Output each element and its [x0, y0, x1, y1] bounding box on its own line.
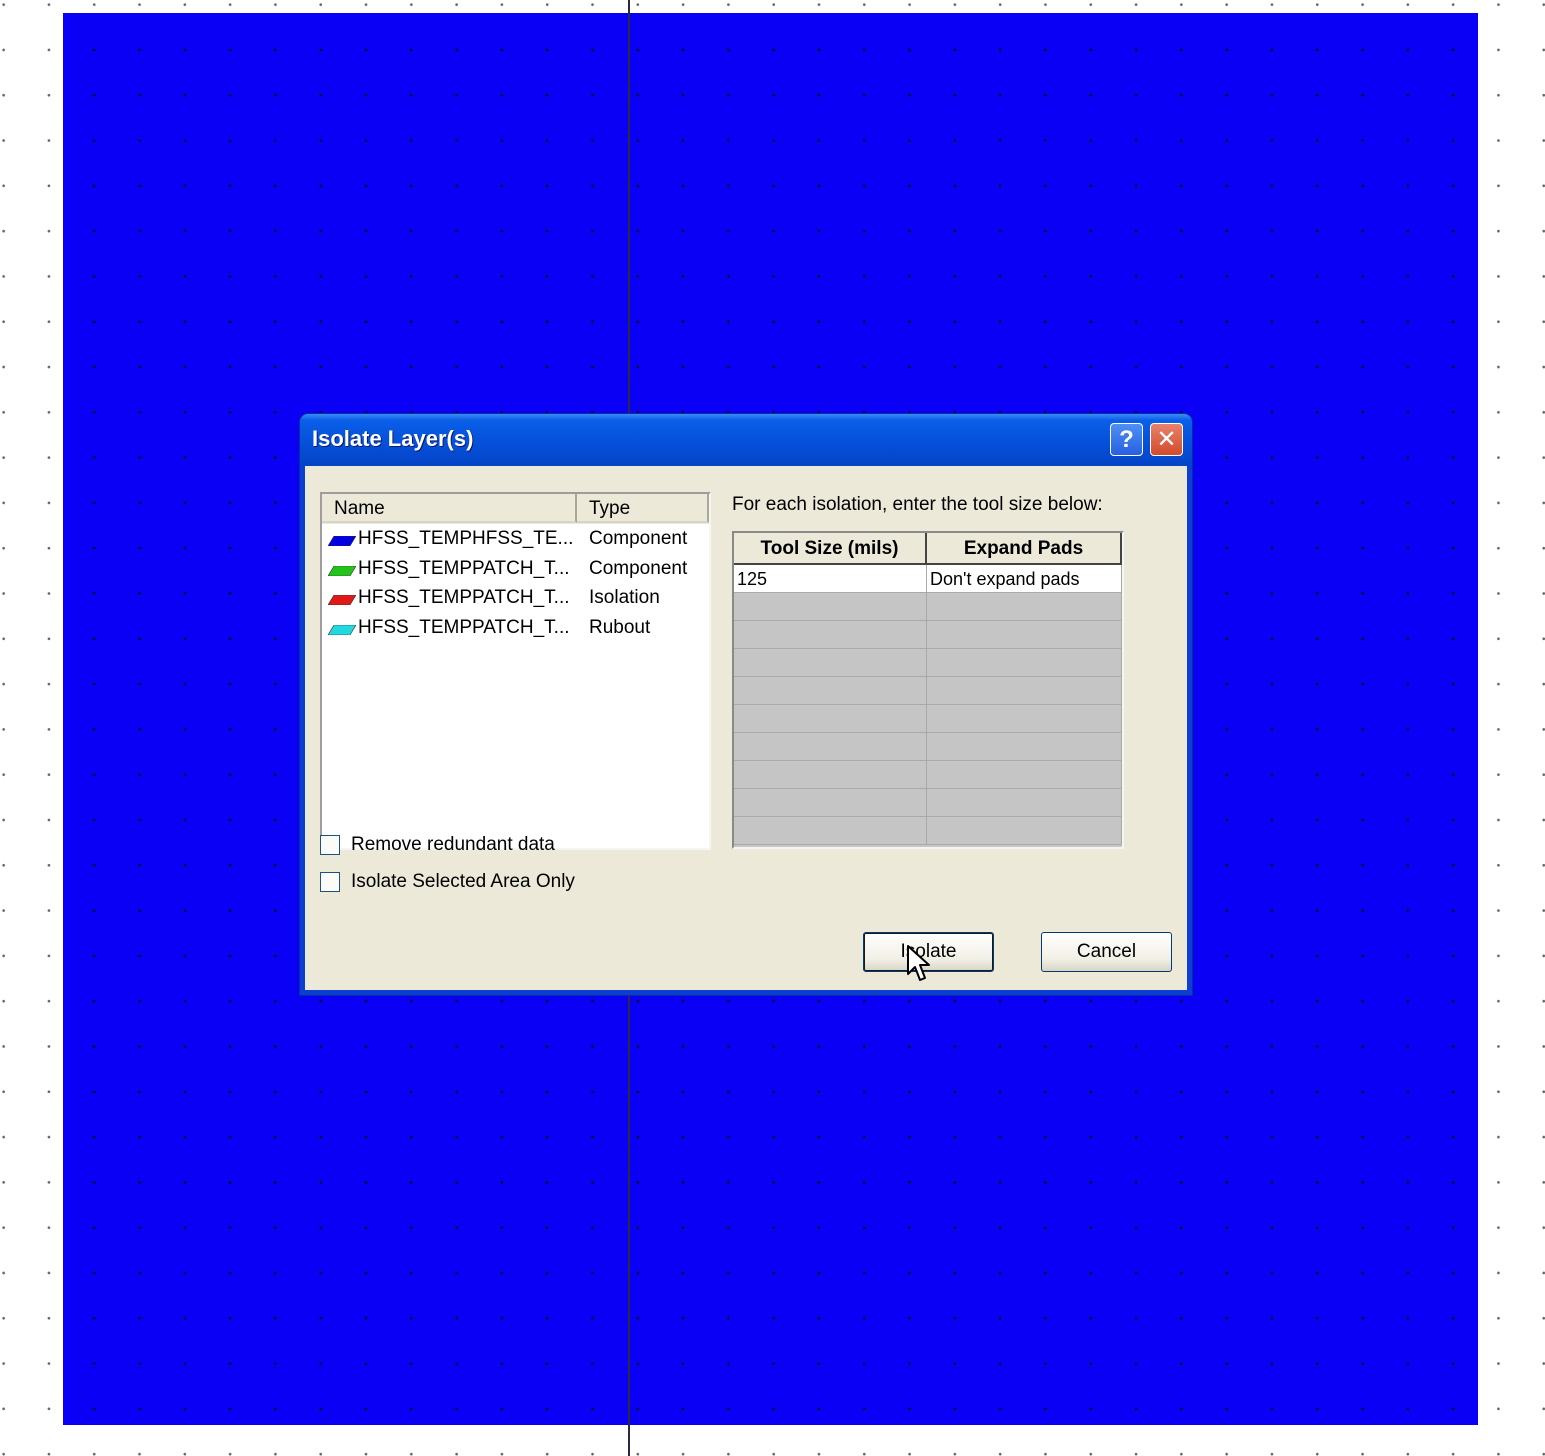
empty-grid-cell[interactable] — [927, 677, 1122, 705]
empty-grid-cell[interactable] — [927, 733, 1122, 761]
layer-color-icon — [328, 624, 356, 635]
empty-grid-cell[interactable] — [734, 621, 927, 649]
expand-pads-cell[interactable]: Don't expand pads — [927, 565, 1122, 593]
column-header-name[interactable]: Name — [322, 494, 577, 523]
dialog-body: Name Type HFSS_TEMPHFSS_TE... Component HF… — [305, 466, 1187, 990]
empty-grid-cell[interactable] — [927, 621, 1122, 649]
tool-size-instruction: For each isolation, enter the tool size … — [732, 494, 1103, 515]
layer-list[interactable]: Name Type HFSS_TEMPHFSS_TE... Component HF… — [320, 492, 711, 850]
layer-color-icon — [328, 595, 356, 605]
layer-row[interactable]: HFSS_TEMPHFSS_TE... Component — [322, 524, 709, 553]
close-button[interactable]: ✕ — [1150, 423, 1183, 456]
empty-grid-cell[interactable] — [927, 649, 1122, 677]
empty-grid-cell[interactable] — [734, 761, 927, 789]
empty-grid-cell[interactable] — [734, 817, 927, 845]
empty-grid-cell[interactable] — [734, 593, 927, 621]
column-header-type[interactable]: Type — [577, 494, 709, 523]
isolate-selected-checkbox[interactable] — [320, 872, 340, 892]
help-button[interactable]: ? — [1110, 423, 1143, 456]
layer-color-icon — [328, 536, 356, 546]
layer-type: Rubout — [589, 616, 651, 638]
layer-type: Component — [589, 557, 688, 579]
empty-grid-cell[interactable] — [927, 761, 1122, 789]
dialog-titlebar[interactable]: Isolate Layer(s) ? ✕ — [300, 414, 1192, 466]
mouse-pointer-icon — [906, 944, 932, 991]
empty-grid-cell[interactable] — [734, 677, 927, 705]
column-header-expand-pads: Expand Pads — [927, 533, 1122, 565]
layer-list-header: Name Type — [322, 494, 709, 524]
remove-redundant-checkbox[interactable] — [320, 835, 340, 855]
empty-grid-cell[interactable] — [734, 705, 927, 733]
isolate-selected-label: Isolate Selected Area Only — [351, 871, 575, 892]
layer-row[interactable]: HFSS_TEMPPATCH_T... Rubout — [322, 613, 709, 642]
layer-row[interactable]: HFSS_TEMPPATCH_T... Isolation — [322, 583, 709, 612]
remove-redundant-label: Remove redundant data — [351, 834, 555, 855]
dialog-title: Isolate Layer(s) — [312, 426, 474, 451]
column-header-tool-size: Tool Size (mils) — [734, 533, 927, 565]
tool-size-cell[interactable]: 125 — [734, 565, 927, 593]
layer-name: HFSS_TEMPPATCH_T... — [358, 557, 570, 579]
layer-type: Isolation — [589, 587, 660, 608]
empty-grid-cell[interactable] — [734, 733, 927, 761]
layer-type: Component — [589, 528, 688, 549]
layer-row[interactable]: HFSS_TEMPPATCH_T... Component — [322, 554, 709, 583]
empty-grid-cell[interactable] — [927, 789, 1122, 817]
isolate-layers-dialog: Isolate Layer(s) ? ✕ Name Type HFSS_TEMP… — [300, 414, 1192, 995]
empty-grid-cell[interactable] — [734, 649, 927, 677]
empty-grid-cell[interactable] — [927, 705, 1122, 733]
empty-grid-cell[interactable] — [927, 593, 1122, 621]
layer-name: HFSS_TEMPPATCH_T... — [358, 587, 570, 608]
tool-size-grid[interactable]: Tool Size (mils) Expand Pads 125 Don't ex… — [732, 531, 1124, 849]
layer-color-icon — [328, 565, 356, 576]
empty-grid-cell[interactable] — [734, 789, 927, 817]
empty-grid-cell[interactable] — [927, 817, 1122, 845]
layer-name: HFSS_TEMPPATCH_T... — [358, 616, 570, 638]
cancel-button[interactable]: Cancel — [1041, 932, 1172, 972]
layer-name: HFSS_TEMPHFSS_TE... — [358, 528, 574, 549]
